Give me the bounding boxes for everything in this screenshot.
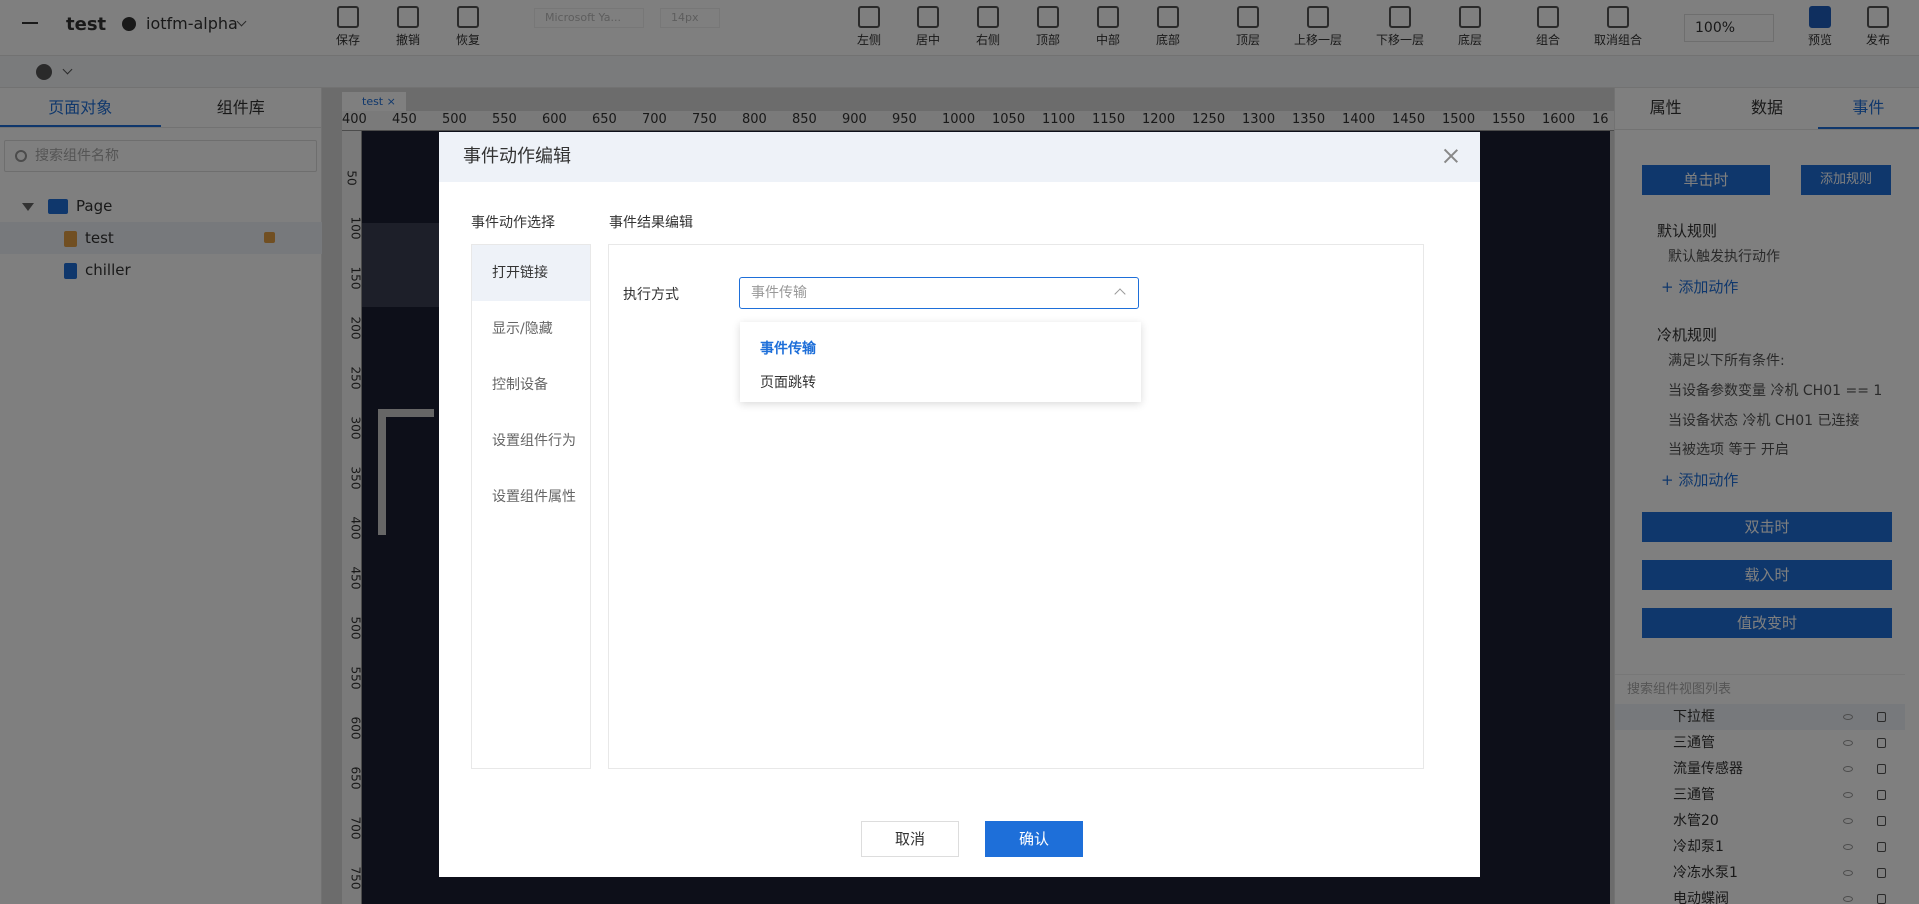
action-select-title: 事件动作选择: [471, 215, 555, 231]
exec-mode-select[interactable]: 事件传输: [739, 277, 1139, 309]
exec-mode-label: 执行方式: [623, 287, 679, 303]
modal-title: 事件动作编辑: [463, 146, 571, 167]
action-list: 打开链接 显示/隐藏 控制设备 设置组件行为 设置组件属性: [471, 244, 591, 769]
cancel-button[interactable]: 取消: [861, 821, 959, 857]
action-set-behavior[interactable]: 设置组件行为: [472, 413, 590, 469]
confirm-button[interactable]: 确认: [985, 821, 1083, 857]
action-show-hide[interactable]: 显示/隐藏: [472, 301, 590, 357]
exec-mode-dropdown: 事件传输 页面跳转: [740, 322, 1141, 402]
action-open-link[interactable]: 打开链接: [472, 245, 590, 301]
result-edit-title: 事件结果编辑: [609, 215, 693, 231]
action-control-device[interactable]: 控制设备: [472, 357, 590, 413]
action-set-property[interactable]: 设置组件属性: [472, 469, 590, 525]
chevron-up-icon: [1114, 288, 1126, 300]
modal-header: 事件动作编辑: [439, 132, 1480, 182]
option-page-jump[interactable]: 页面跳转: [740, 366, 1141, 400]
close-icon[interactable]: [1442, 147, 1460, 165]
option-event-transfer[interactable]: 事件传输: [740, 332, 1141, 366]
event-action-modal: 事件动作编辑 事件动作选择 事件结果编辑 打开链接 显示/隐藏 控制设备 设置组…: [439, 132, 1480, 877]
